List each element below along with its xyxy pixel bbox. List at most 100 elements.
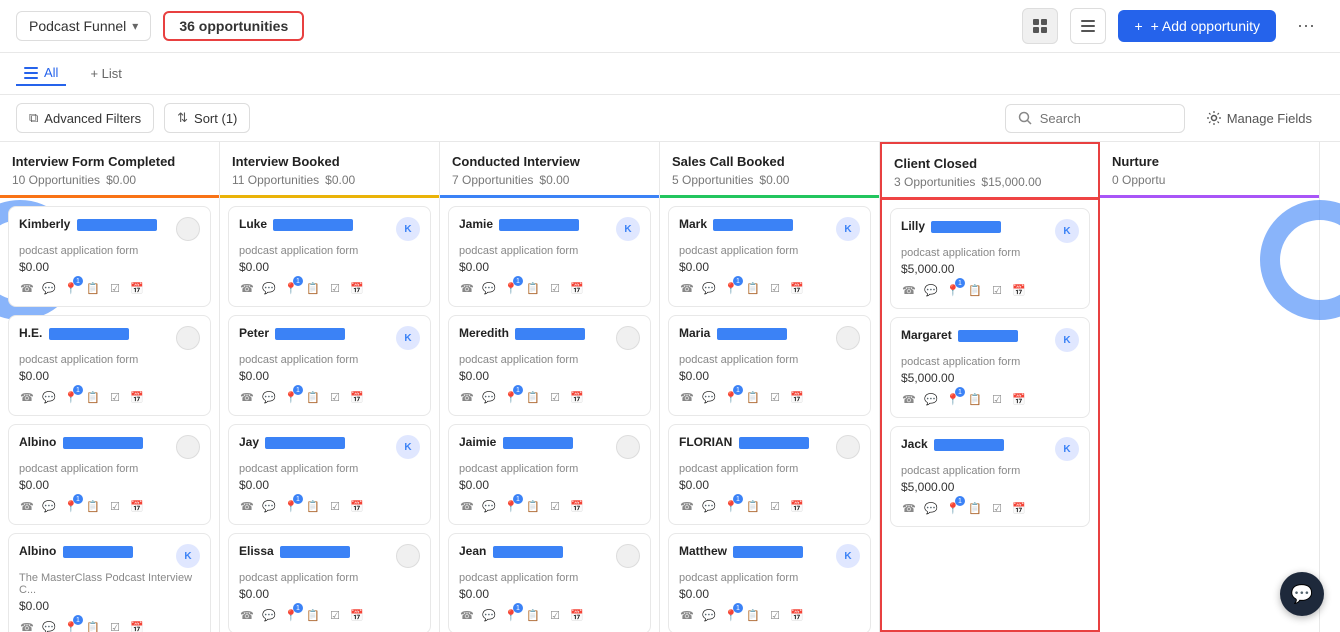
card-action-icon-2[interactable]: 📍1 <box>945 500 961 516</box>
card-action-icon-0[interactable]: ☎ <box>239 607 255 623</box>
card-action-icon-4[interactable]: ☑ <box>327 280 343 296</box>
table-row[interactable]: FLORIAN podcast application form$0.00☎💬📍… <box>668 424 871 525</box>
card-action-icon-5[interactable]: 📅 <box>569 280 585 296</box>
card-action-icon-5[interactable]: 📅 <box>569 389 585 405</box>
card-action-icon-1[interactable]: 💬 <box>923 500 939 516</box>
table-row[interactable]: Elissa podcast application form$0.00☎💬📍1… <box>228 533 431 632</box>
card-action-icon-5[interactable]: 📅 <box>349 389 365 405</box>
card-action-icon-1[interactable]: 💬 <box>41 389 57 405</box>
card-action-icon-0[interactable]: ☎ <box>239 280 255 296</box>
card-action-icon-4[interactable]: ☑ <box>767 607 783 623</box>
card-action-icon-2[interactable]: 📍1 <box>723 280 739 296</box>
table-row[interactable]: H.E. podcast application form$0.00☎💬📍1📋☑… <box>8 315 211 416</box>
card-action-icon-1[interactable]: 💬 <box>923 391 939 407</box>
card-action-icon-0[interactable]: ☎ <box>901 282 917 298</box>
card-action-icon-1[interactable]: 💬 <box>261 607 277 623</box>
card-action-icon-2[interactable]: 📍1 <box>503 498 519 514</box>
card-action-icon-1[interactable]: 💬 <box>701 389 717 405</box>
card-action-icon-4[interactable]: ☑ <box>547 607 563 623</box>
card-action-icon-1[interactable]: 💬 <box>701 607 717 623</box>
search-box[interactable] <box>1005 104 1185 133</box>
card-action-icon-5[interactable]: 📅 <box>129 619 145 632</box>
card-action-icon-4[interactable]: ☑ <box>767 280 783 296</box>
table-row[interactable]: Lilly Kpodcast application form$5,000.00… <box>890 208 1090 309</box>
card-action-icon-1[interactable]: 💬 <box>261 389 277 405</box>
card-action-icon-2[interactable]: 📍1 <box>723 607 739 623</box>
card-action-icon-0[interactable]: ☎ <box>239 389 255 405</box>
card-action-icon-0[interactable]: ☎ <box>239 498 255 514</box>
table-row[interactable]: Peter Kpodcast application form$0.00☎💬📍1… <box>228 315 431 416</box>
card-action-icon-3[interactable]: 📋 <box>85 389 101 405</box>
card-action-icon-3[interactable]: 📋 <box>745 607 761 623</box>
card-action-icon-3[interactable]: 📋 <box>525 389 541 405</box>
table-row[interactable]: Jack Kpodcast application form$5,000.00☎… <box>890 426 1090 527</box>
card-action-icon-3[interactable]: 📋 <box>525 607 541 623</box>
card-action-icon-2[interactable]: 📍1 <box>945 391 961 407</box>
card-action-icon-0[interactable]: ☎ <box>679 280 695 296</box>
card-action-icon-0[interactable]: ☎ <box>459 389 475 405</box>
card-action-icon-5[interactable]: 📅 <box>1011 391 1027 407</box>
card-action-icon-1[interactable]: 💬 <box>261 280 277 296</box>
card-action-icon-5[interactable]: 📅 <box>129 389 145 405</box>
card-action-icon-2[interactable]: 📍1 <box>283 389 299 405</box>
card-action-icon-3[interactable]: 📋 <box>745 389 761 405</box>
table-row[interactable]: Mark Kpodcast application form$0.00☎💬📍1📋… <box>668 206 871 307</box>
card-action-icon-1[interactable]: 💬 <box>261 498 277 514</box>
card-action-icon-0[interactable]: ☎ <box>679 498 695 514</box>
card-action-icon-2[interactable]: 📍1 <box>945 282 961 298</box>
card-action-icon-5[interactable]: 📅 <box>349 498 365 514</box>
card-action-icon-1[interactable]: 💬 <box>481 389 497 405</box>
table-row[interactable]: Maria podcast application form$0.00☎💬📍1📋… <box>668 315 871 416</box>
card-action-icon-4[interactable]: ☑ <box>547 498 563 514</box>
card-action-icon-5[interactable]: 📅 <box>349 607 365 623</box>
chat-button[interactable]: 💬 <box>1280 572 1324 616</box>
card-action-icon-0[interactable]: ☎ <box>459 498 475 514</box>
card-action-icon-3[interactable]: 📋 <box>967 500 983 516</box>
card-action-icon-4[interactable]: ☑ <box>107 498 123 514</box>
card-action-icon-4[interactable]: ☑ <box>767 389 783 405</box>
card-action-icon-3[interactable]: 📋 <box>525 280 541 296</box>
table-row[interactable]: Margaret Kpodcast application form$5,000… <box>890 317 1090 418</box>
card-action-icon-3[interactable]: 📋 <box>305 389 321 405</box>
card-action-icon-1[interactable]: 💬 <box>41 619 57 632</box>
card-action-icon-2[interactable]: 📍1 <box>503 389 519 405</box>
table-row[interactable]: Jean podcast application form$0.00☎💬📍1📋☑… <box>448 533 651 632</box>
card-action-icon-4[interactable]: ☑ <box>547 389 563 405</box>
card-action-icon-4[interactable]: ☑ <box>327 389 343 405</box>
card-action-icon-2[interactable]: 📍1 <box>63 619 79 632</box>
card-action-icon-2[interactable]: 📍1 <box>283 280 299 296</box>
card-action-icon-2[interactable]: 📍1 <box>63 280 79 296</box>
card-action-icon-0[interactable]: ☎ <box>459 607 475 623</box>
card-action-icon-4[interactable]: ☑ <box>327 607 343 623</box>
card-action-icon-5[interactable]: 📅 <box>1011 282 1027 298</box>
card-action-icon-1[interactable]: 💬 <box>481 498 497 514</box>
card-action-icon-0[interactable]: ☎ <box>19 389 35 405</box>
more-options-button[interactable]: ⋯ <box>1288 8 1324 44</box>
tab-add-list[interactable]: + List <box>82 62 129 85</box>
card-action-icon-3[interactable]: 📋 <box>525 498 541 514</box>
card-action-icon-4[interactable]: ☑ <box>547 280 563 296</box>
add-opportunity-button[interactable]: + + Add opportunity <box>1118 10 1276 42</box>
card-action-icon-4[interactable]: ☑ <box>107 619 123 632</box>
card-action-icon-3[interactable]: 📋 <box>745 498 761 514</box>
card-action-icon-1[interactable]: 💬 <box>701 280 717 296</box>
card-action-icon-1[interactable]: 💬 <box>481 607 497 623</box>
card-action-icon-5[interactable]: 📅 <box>789 389 805 405</box>
card-action-icon-4[interactable]: ☑ <box>107 280 123 296</box>
search-input[interactable] <box>1040 111 1160 126</box>
card-action-icon-1[interactable]: 💬 <box>41 498 57 514</box>
card-action-icon-2[interactable]: 📍1 <box>283 498 299 514</box>
advanced-filters-button[interactable]: ⧉ Advanced Filters <box>16 103 154 133</box>
card-action-icon-2[interactable]: 📍1 <box>503 280 519 296</box>
table-row[interactable]: Albino KThe MasterClass Podcast Intervie… <box>8 533 211 632</box>
card-action-icon-5[interactable]: 📅 <box>129 280 145 296</box>
table-row[interactable]: Matthew Kpodcast application form$0.00☎💬… <box>668 533 871 632</box>
card-action-icon-0[interactable]: ☎ <box>459 280 475 296</box>
card-action-icon-1[interactable]: 💬 <box>41 280 57 296</box>
card-action-icon-3[interactable]: 📋 <box>85 498 101 514</box>
card-action-icon-0[interactable]: ☎ <box>679 389 695 405</box>
card-action-icon-5[interactable]: 📅 <box>789 607 805 623</box>
card-action-icon-2[interactable]: 📍1 <box>63 498 79 514</box>
table-row[interactable]: Luke Kpodcast application form$0.00☎💬📍1📋… <box>228 206 431 307</box>
table-row[interactable]: Jay Kpodcast application form$0.00☎💬📍1📋☑… <box>228 424 431 525</box>
